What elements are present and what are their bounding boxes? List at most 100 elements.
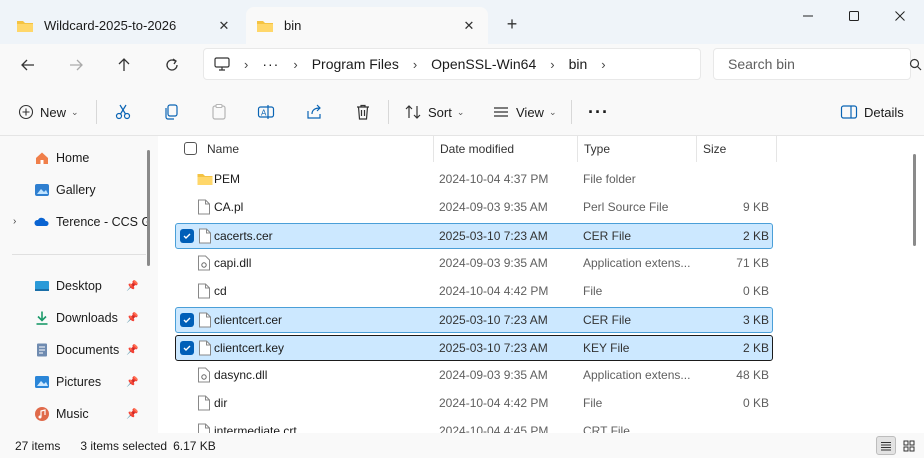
minimize-button[interactable] bbox=[785, 0, 831, 32]
column-date[interactable]: Date modified bbox=[434, 136, 578, 162]
table-row[interactable]: capi.dll 2024-09-03 9:35 AM Application … bbox=[175, 251, 773, 277]
table-row[interactable]: dir 2024-10-04 4:42 PM File 0 KB bbox=[175, 391, 773, 417]
file-type: File folder bbox=[583, 172, 636, 186]
sidebar-item-label: Desktop bbox=[56, 279, 102, 293]
table-row[interactable]: PEM 2024-10-04 4:37 PM File folder bbox=[175, 167, 773, 193]
chevron-right-icon[interactable]: › bbox=[413, 57, 417, 72]
sort-button[interactable]: Sort ⌄ bbox=[404, 96, 464, 128]
sidebar-item-onedrive[interactable]: Terence - CCS G bbox=[0, 207, 150, 237]
rename-button[interactable]: A bbox=[257, 96, 275, 128]
paste-button[interactable] bbox=[210, 96, 228, 128]
sidebar-item-label: Pictures bbox=[56, 375, 102, 389]
tiles-view-button[interactable] bbox=[899, 436, 919, 455]
share-button[interactable] bbox=[305, 96, 323, 128]
navigation-pane: Home Gallery › Terence - CCS G Desktop 📌… bbox=[0, 136, 158, 433]
column-size[interactable]: Size bbox=[697, 136, 777, 162]
close-tab-icon[interactable]: ✕ bbox=[460, 18, 478, 34]
details-button[interactable]: Details bbox=[840, 96, 904, 128]
column-name[interactable]: Name bbox=[201, 136, 434, 162]
table-row[interactable]: dasync.dll 2024-09-03 9:35 AM Applicatio… bbox=[175, 363, 773, 389]
chevron-right-icon[interactable]: › bbox=[550, 57, 554, 72]
sidebar-scrollbar[interactable] bbox=[147, 150, 150, 266]
sidebar-item-desktop[interactable]: Desktop 📌 bbox=[0, 271, 150, 301]
sidebar-item-gallery[interactable]: Gallery bbox=[0, 175, 150, 205]
new-tab-button[interactable]: + bbox=[500, 12, 524, 36]
tiles-view-icon bbox=[903, 440, 915, 452]
file-type: Application extens... bbox=[583, 368, 691, 382]
file-icon bbox=[197, 423, 211, 433]
search-icon[interactable] bbox=[909, 58, 922, 71]
file-date: 2024-09-03 9:35 AM bbox=[439, 368, 548, 382]
close-tab-icon[interactable]: ✕ bbox=[215, 18, 233, 34]
more-options-button[interactable]: ··· bbox=[588, 96, 609, 128]
details-pane-icon bbox=[840, 104, 858, 120]
file-list: ⌃ Name Date modified Type Size PEM 2024-… bbox=[158, 136, 924, 433]
column-name-label: Name bbox=[207, 142, 240, 156]
computer-icon[interactable] bbox=[214, 57, 230, 71]
more-crumbs-icon[interactable]: ··· bbox=[262, 56, 279, 72]
details-label: Details bbox=[864, 104, 904, 120]
table-row[interactable]: clientcert.key 2025-03-10 7:23 AM KEY Fi… bbox=[175, 335, 773, 361]
column-type[interactable]: Type bbox=[578, 136, 697, 162]
sidebar-item-pictures[interactable]: Pictures 📌 bbox=[0, 367, 150, 397]
breadcrumb-bin[interactable]: bin bbox=[569, 56, 588, 72]
sidebar-item-documents[interactable]: Documents 📌 bbox=[0, 335, 150, 365]
breadcrumb-openssl[interactable]: OpenSSL-Win64 bbox=[431, 56, 536, 72]
file-list-scrollbar[interactable] bbox=[913, 154, 916, 246]
back-button[interactable] bbox=[13, 50, 43, 80]
delete-button[interactable] bbox=[354, 96, 372, 128]
sidebar-item-downloads[interactable]: Downloads 📌 bbox=[0, 303, 150, 333]
sidebar-item-music[interactable]: Music 📌 bbox=[0, 399, 150, 429]
chevron-right-icon[interactable]: › bbox=[601, 57, 605, 72]
view-button[interactable]: View ⌄ bbox=[492, 96, 557, 128]
row-checkbox[interactable] bbox=[180, 341, 194, 355]
search-box[interactable] bbox=[713, 48, 922, 80]
details-view-button[interactable] bbox=[876, 436, 896, 455]
address-row: › ··· › Program Files › OpenSSL-Win64 › … bbox=[0, 44, 924, 86]
divider bbox=[571, 100, 572, 124]
copy-icon bbox=[162, 103, 180, 121]
cut-button[interactable] bbox=[114, 96, 132, 128]
pin-icon[interactable]: 📌 bbox=[126, 313, 138, 324]
chevron-right-icon[interactable]: › bbox=[244, 57, 248, 72]
tab-wildcard[interactable]: Wildcard-2025-to-2026 ✕ bbox=[6, 7, 243, 44]
table-row[interactable]: CA.pl 2024-09-03 9:35 AM Perl Source Fil… bbox=[175, 195, 773, 221]
address-bar[interactable]: › ··· › Program Files › OpenSSL-Win64 › … bbox=[203, 48, 701, 80]
pin-icon[interactable]: 📌 bbox=[126, 409, 138, 420]
new-label: New bbox=[40, 104, 67, 120]
breadcrumb-program-files[interactable]: Program Files bbox=[312, 56, 399, 72]
music-icon bbox=[34, 406, 50, 422]
share-icon bbox=[305, 103, 323, 121]
maximize-button[interactable] bbox=[831, 0, 877, 32]
file-size: 48 KB bbox=[736, 368, 769, 382]
pin-icon[interactable]: 📌 bbox=[126, 345, 138, 356]
close-window-button[interactable] bbox=[877, 0, 923, 32]
file-size: 2 KB bbox=[742, 341, 769, 355]
select-all-checkbox[interactable] bbox=[184, 142, 197, 155]
file-icon bbox=[197, 199, 211, 215]
file-type: Application extens... bbox=[583, 256, 691, 270]
sidebar-item-home[interactable]: Home bbox=[0, 143, 150, 173]
row-checkbox[interactable] bbox=[180, 313, 194, 327]
forward-button[interactable] bbox=[61, 50, 91, 80]
copy-button[interactable] bbox=[162, 96, 180, 128]
refresh-button[interactable] bbox=[157, 50, 187, 80]
svg-text:A: A bbox=[261, 109, 267, 118]
row-checkbox[interactable] bbox=[180, 229, 194, 243]
pin-icon[interactable]: 📌 bbox=[126, 377, 138, 388]
pin-icon[interactable]: 📌 bbox=[126, 281, 138, 292]
table-row[interactable]: cacerts.cer 2025-03-10 7:23 AM CER File … bbox=[175, 223, 773, 249]
file-icon bbox=[197, 283, 211, 299]
column-type-label: Type bbox=[584, 142, 611, 156]
search-input[interactable] bbox=[728, 56, 909, 72]
chevron-right-icon[interactable]: › bbox=[293, 57, 297, 72]
list-view-icon bbox=[492, 103, 510, 121]
table-row[interactable]: intermediate.crt 2024-10-04 4:45 PM CRT … bbox=[175, 419, 773, 433]
tab-bin[interactable]: bin ✕ bbox=[246, 7, 488, 44]
folder-icon bbox=[197, 171, 213, 187]
table-row[interactable]: clientcert.cer 2025-03-10 7:23 AM CER Fi… bbox=[175, 307, 773, 333]
table-row[interactable]: cd 2024-10-04 4:42 PM File 0 KB bbox=[175, 279, 773, 305]
new-button[interactable]: New ⌄ bbox=[18, 96, 79, 128]
up-button[interactable] bbox=[109, 50, 139, 80]
tab-title: bin bbox=[284, 18, 302, 33]
